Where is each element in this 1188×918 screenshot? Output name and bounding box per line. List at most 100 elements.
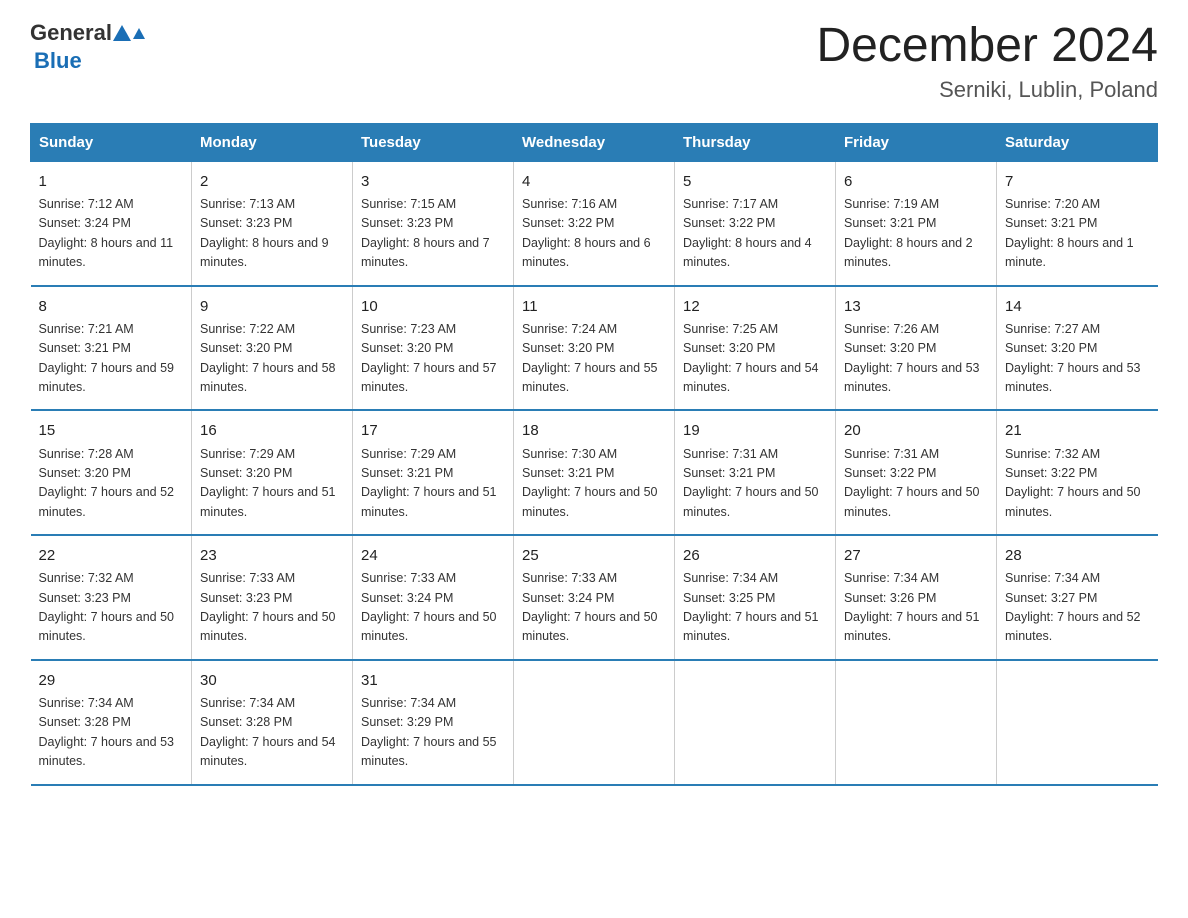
day-number: 11 — [522, 295, 666, 318]
calendar-cell: 12 Sunrise: 7:25 AMSunset: 3:20 PMDayligh… — [675, 286, 836, 411]
day-info: Sunrise: 7:34 AMSunset: 3:28 PMDaylight:… — [200, 696, 336, 768]
calendar-table: SundayMondayTuesdayWednesdayThursdayFrid… — [30, 123, 1158, 786]
day-info: Sunrise: 7:12 AMSunset: 3:24 PMDaylight:… — [39, 197, 174, 269]
day-number: 17 — [361, 419, 505, 442]
calendar-cell: 15Sunrise: 7:28 AMSunset: 3:20 PMDayligh… — [31, 410, 192, 535]
calendar-cell: 19 Sunrise: 7:31 AMSunset: 3:21 PMDayligh… — [675, 410, 836, 535]
calendar-cell: 25Sunrise: 7:33 AMSunset: 3:24 PMDayligh… — [514, 535, 675, 660]
day-number: 16 — [200, 419, 344, 442]
day-info: Sunrise: 7:22 AMSunset: 3:20 PMDaylight:… — [200, 322, 336, 394]
location-subtitle: Serniki, Lublin, Poland — [816, 77, 1158, 103]
calendar-cell: 8 Sunrise: 7:21 AMSunset: 3:21 PMDaylight… — [31, 286, 192, 411]
calendar-cell: 3 Sunrise: 7:15 AMSunset: 3:23 PMDaylight… — [353, 161, 514, 285]
calendar-cell: 27 Sunrise: 7:34 AMSunset: 3:26 PMDayligh… — [836, 535, 997, 660]
day-number: 12 — [683, 295, 827, 318]
calendar-cell: 29 Sunrise: 7:34 AMSunset: 3:28 PMDayligh… — [31, 660, 192, 785]
day-info: Sunrise: 7:33 AMSunset: 3:23 PMDaylight:… — [200, 571, 336, 643]
day-info: Sunrise: 7:32 AMSunset: 3:22 PMDaylight:… — [1005, 447, 1141, 519]
calendar-header-saturday: Saturday — [997, 123, 1158, 161]
day-number: 27 — [844, 544, 988, 567]
calendar-cell: 5 Sunrise: 7:17 AMSunset: 3:22 PMDaylight… — [675, 161, 836, 285]
day-number: 10 — [361, 295, 505, 318]
day-number: 20 — [844, 419, 988, 442]
page-header: General Blue December 2024 Serniki, Lubl… — [30, 20, 1158, 103]
calendar-cell: 11 Sunrise: 7:24 AMSunset: 3:20 PMDayligh… — [514, 286, 675, 411]
calendar-cell: 26Sunrise: 7:34 AMSunset: 3:25 PMDayligh… — [675, 535, 836, 660]
calendar-header-row: SundayMondayTuesdayWednesdayThursdayFrid… — [31, 123, 1158, 161]
calendar-cell — [997, 660, 1158, 785]
calendar-header-sunday: Sunday — [31, 123, 192, 161]
day-info: Sunrise: 7:27 AMSunset: 3:20 PMDaylight:… — [1005, 322, 1141, 394]
day-number: 29 — [39, 669, 184, 692]
day-info: Sunrise: 7:33 AMSunset: 3:24 PMDaylight:… — [361, 571, 497, 643]
day-number: 13 — [844, 295, 988, 318]
calendar-cell: 10 Sunrise: 7:23 AMSunset: 3:20 PMDayligh… — [353, 286, 514, 411]
calendar-header-tuesday: Tuesday — [353, 123, 514, 161]
day-number: 6 — [844, 170, 988, 193]
day-info: Sunrise: 7:29 AMSunset: 3:20 PMDaylight:… — [200, 447, 336, 519]
day-info: Sunrise: 7:13 AMSunset: 3:23 PMDaylight:… — [200, 197, 329, 269]
day-number: 1 — [39, 170, 184, 193]
day-number: 22 — [39, 544, 184, 567]
day-info: Sunrise: 7:16 AMSunset: 3:22 PMDaylight:… — [522, 197, 651, 269]
calendar-header-wednesday: Wednesday — [514, 123, 675, 161]
logo-general-text: General — [30, 20, 112, 46]
day-info: Sunrise: 7:26 AMSunset: 3:20 PMDaylight:… — [844, 322, 980, 394]
day-info: Sunrise: 7:34 AMSunset: 3:28 PMDaylight:… — [39, 696, 175, 768]
day-info: Sunrise: 7:32 AMSunset: 3:23 PMDaylight:… — [39, 571, 175, 643]
calendar-week-row: 29 Sunrise: 7:34 AMSunset: 3:28 PMDayligh… — [31, 660, 1158, 785]
day-number: 28 — [1005, 544, 1150, 567]
calendar-cell: 30 Sunrise: 7:34 AMSunset: 3:28 PMDayligh… — [192, 660, 353, 785]
day-info: Sunrise: 7:25 AMSunset: 3:20 PMDaylight:… — [683, 322, 819, 394]
calendar-cell — [836, 660, 997, 785]
day-number: 9 — [200, 295, 344, 318]
calendar-cell: 2 Sunrise: 7:13 AMSunset: 3:23 PMDaylight… — [192, 161, 353, 285]
calendar-cell: 7 Sunrise: 7:20 AMSunset: 3:21 PMDaylight… — [997, 161, 1158, 285]
calendar-cell: 14 Sunrise: 7:27 AMSunset: 3:20 PMDayligh… — [997, 286, 1158, 411]
day-number: 7 — [1005, 170, 1150, 193]
day-info: Sunrise: 7:20 AMSunset: 3:21 PMDaylight:… — [1005, 197, 1134, 269]
calendar-cell: 18Sunrise: 7:30 AMSunset: 3:21 PMDayligh… — [514, 410, 675, 535]
calendar-cell: 1 Sunrise: 7:12 AMSunset: 3:24 PMDaylight… — [31, 161, 192, 285]
day-info: Sunrise: 7:24 AMSunset: 3:20 PMDaylight:… — [522, 322, 658, 394]
day-info: Sunrise: 7:31 AMSunset: 3:21 PMDaylight:… — [683, 447, 819, 519]
day-number: 19 — [683, 419, 827, 442]
day-number: 3 — [361, 170, 505, 193]
day-info: Sunrise: 7:17 AMSunset: 3:22 PMDaylight:… — [683, 197, 812, 269]
day-info: Sunrise: 7:34 AMSunset: 3:29 PMDaylight:… — [361, 696, 497, 768]
day-number: 21 — [1005, 419, 1150, 442]
calendar-cell — [514, 660, 675, 785]
day-number: 14 — [1005, 295, 1150, 318]
day-number: 30 — [200, 669, 344, 692]
day-number: 5 — [683, 170, 827, 193]
day-info: Sunrise: 7:34 AMSunset: 3:26 PMDaylight:… — [844, 571, 980, 643]
day-info: Sunrise: 7:33 AMSunset: 3:24 PMDaylight:… — [522, 571, 658, 643]
calendar-cell: 31Sunrise: 7:34 AMSunset: 3:29 PMDayligh… — [353, 660, 514, 785]
calendar-cell: 24 Sunrise: 7:33 AMSunset: 3:24 PMDayligh… — [353, 535, 514, 660]
day-number: 8 — [39, 295, 184, 318]
calendar-header-monday: Monday — [192, 123, 353, 161]
day-info: Sunrise: 7:34 AMSunset: 3:27 PMDaylight:… — [1005, 571, 1141, 643]
logo-blue-text: Blue — [34, 48, 82, 73]
day-info: Sunrise: 7:21 AMSunset: 3:21 PMDaylight:… — [39, 322, 175, 394]
day-info: Sunrise: 7:19 AMSunset: 3:21 PMDaylight:… — [844, 197, 973, 269]
day-info: Sunrise: 7:15 AMSunset: 3:23 PMDaylight:… — [361, 197, 490, 269]
day-info: Sunrise: 7:28 AMSunset: 3:20 PMDaylight:… — [39, 447, 175, 519]
calendar-cell: 23 Sunrise: 7:33 AMSunset: 3:23 PMDayligh… — [192, 535, 353, 660]
calendar-cell: 9 Sunrise: 7:22 AMSunset: 3:20 PMDaylight… — [192, 286, 353, 411]
calendar-week-row: 8 Sunrise: 7:21 AMSunset: 3:21 PMDaylight… — [31, 286, 1158, 411]
day-info: Sunrise: 7:29 AMSunset: 3:21 PMDaylight:… — [361, 447, 497, 519]
calendar-cell: 6 Sunrise: 7:19 AMSunset: 3:21 PMDaylight… — [836, 161, 997, 285]
calendar-cell: 22 Sunrise: 7:32 AMSunset: 3:23 PMDayligh… — [31, 535, 192, 660]
day-number: 18 — [522, 419, 666, 442]
month-year-title: December 2024 — [816, 20, 1158, 73]
calendar-cell: 4Sunrise: 7:16 AMSunset: 3:22 PMDaylight… — [514, 161, 675, 285]
day-info: Sunrise: 7:23 AMSunset: 3:20 PMDaylight:… — [361, 322, 497, 394]
day-number: 24 — [361, 544, 505, 567]
day-number: 2 — [200, 170, 344, 193]
title-section: December 2024 Serniki, Lublin, Poland — [816, 20, 1158, 103]
calendar-cell: 21 Sunrise: 7:32 AMSunset: 3:22 PMDayligh… — [997, 410, 1158, 535]
day-number: 23 — [200, 544, 344, 567]
calendar-cell: 17 Sunrise: 7:29 AMSunset: 3:21 PMDayligh… — [353, 410, 514, 535]
calendar-cell: 16 Sunrise: 7:29 AMSunset: 3:20 PMDayligh… — [192, 410, 353, 535]
